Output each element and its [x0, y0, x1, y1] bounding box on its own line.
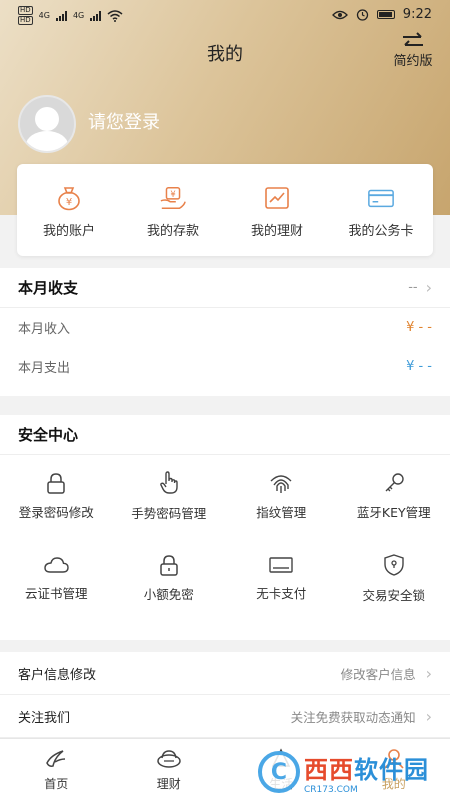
fingerprint-icon: [270, 474, 292, 493]
monthly-more: -- ›: [408, 278, 432, 297]
page-title: 我的: [207, 44, 243, 65]
finance-icon: [157, 750, 181, 768]
tab-label: 首页: [44, 777, 69, 791]
home-icon: [46, 750, 66, 767]
watermark-main-b: 软件园: [354, 755, 429, 784]
customer-info-row[interactable]: 客户信息修改 修改客户信息 ›: [0, 652, 450, 695]
quick-label: 我的存款: [146, 224, 199, 239]
my-deposit-button[interactable]: ¥ 我的存款: [121, 164, 225, 256]
site-watermark: C 西西软件园 CR173.COM: [258, 748, 448, 796]
chart-icon: [263, 184, 291, 212]
chevron-right-icon: ›: [425, 663, 432, 683]
svg-text:¥: ¥: [170, 189, 175, 199]
card-icon: [367, 184, 395, 212]
deposit-icon: ¥: [159, 184, 187, 212]
security-item-label: 交易安全锁: [362, 587, 425, 603]
simple-mode-label: 简约版: [393, 54, 433, 69]
monthly-title: 本月收支: [18, 279, 79, 297]
quick-label: 我的账户: [42, 224, 95, 239]
list-item-detail: 关注免费获取动态通知 ›: [291, 707, 432, 726]
my-business-card-button[interactable]: 我的公务卡: [329, 164, 433, 256]
network-label: 4G: [38, 11, 50, 20]
cloud-icon: [44, 556, 69, 573]
login-prompt[interactable]: 请您登录: [88, 108, 160, 134]
income-row: 本月收入 ¥ - -: [0, 308, 450, 347]
watermark-logo: C: [258, 751, 300, 793]
list-item-hint: 修改客户信息: [340, 666, 416, 682]
security-item-label: 蓝牙KEY管理: [356, 504, 431, 520]
settings-list: 客户信息修改 修改客户信息 › 关注我们 关注免费获取动态通知 ›: [0, 652, 450, 738]
expense-row: 本月支出 ¥ - -: [0, 347, 450, 386]
money-bag-icon: ¥: [55, 184, 83, 212]
cloud-certificate-button[interactable]: 云证书管理: [0, 537, 113, 619]
monthly-section: 本月收支 -- › 本月收入 ¥ - - 本月支出 ¥ - -: [0, 268, 450, 396]
security-header: 安全中心: [0, 415, 450, 455]
security-item-label: 登录密码修改: [18, 504, 94, 520]
cardless-pay-button[interactable]: 无卡支付: [225, 537, 338, 619]
simple-mode-button[interactable]: 简约版: [390, 32, 436, 69]
monthly-more-text: --: [408, 280, 418, 295]
list-item-label: 客户信息修改: [18, 667, 97, 683]
chevron-right-icon: ›: [425, 278, 432, 297]
battery-icon: [376, 10, 395, 19]
small-amount-button[interactable]: 小额免密: [113, 537, 226, 619]
expense-label: 本月支出: [18, 361, 71, 376]
tab-finance[interactable]: 理财: [113, 739, 226, 800]
wifi-icon: [107, 9, 123, 22]
quick-access-card: ¥ 我的账户 ¥ 我的存款 我的理财 我的公务卡: [17, 164, 433, 256]
watermark-text: 西西软件园 CR173.COM: [304, 750, 429, 795]
tab-home[interactable]: 首页: [0, 739, 113, 800]
lock-icon: [47, 472, 65, 494]
bluetooth-key-button[interactable]: 蓝牙KEY管理: [338, 455, 450, 537]
watermark-main-a: 西西: [304, 755, 354, 784]
security-item-label: 无卡支付: [256, 585, 307, 601]
security-grid: 登录密码修改 手势密码管理 指纹管理 蓝牙KEY管理 云证书管理 小额免密 无卡…: [0, 455, 450, 619]
screen-icon: [269, 556, 293, 573]
security-item-label: 指纹管理: [256, 504, 307, 520]
list-item-detail: 修改客户信息 ›: [341, 664, 432, 683]
follow-us-row[interactable]: 关注我们 关注免费获取动态通知 ›: [0, 695, 450, 738]
avatar[interactable]: [18, 95, 76, 153]
income-value: ¥ - -: [406, 320, 432, 335]
login-password-button[interactable]: 登录密码修改: [0, 455, 113, 537]
status-left: HD HD 4G 4G: [18, 6, 123, 25]
security-item-label: 云证书管理: [24, 585, 88, 601]
hd-badge: HD: [18, 16, 33, 25]
transaction-lock-button[interactable]: 交易安全锁: [338, 537, 450, 619]
swap-icon: [403, 32, 423, 46]
list-item-hint: 关注免费获取动态通知: [290, 709, 416, 725]
chevron-right-icon: ›: [425, 706, 432, 726]
unlock-icon: [160, 554, 178, 576]
quick-label: 我的公务卡: [348, 224, 414, 239]
status-bar: HD HD 4G 4G 9:22: [0, 0, 450, 30]
status-right: 9:22: [331, 7, 432, 22]
my-finance-button[interactable]: 我的理财: [225, 164, 329, 256]
expense-value: ¥ - -: [406, 359, 432, 374]
tab-label: 理财: [156, 777, 181, 791]
network-label: 4G: [72, 11, 85, 20]
my-account-button[interactable]: ¥ 我的账户: [17, 164, 121, 256]
security-title: 安全中心: [18, 426, 79, 444]
signal-icon: [55, 10, 67, 21]
key-icon: [385, 472, 404, 491]
gesture-password-button[interactable]: 手势密码管理: [113, 455, 226, 537]
watermark-main: 西西软件园: [304, 750, 429, 785]
hand-pointer-icon: [159, 470, 178, 494]
status-time: 9:22: [402, 7, 432, 22]
signal-icon: [90, 10, 102, 21]
security-item-label: 手势密码管理: [131, 505, 207, 521]
fingerprint-button[interactable]: 指纹管理: [225, 455, 338, 537]
security-item-label: 小额免密: [143, 586, 194, 602]
alarm-icon: [356, 9, 368, 21]
monthly-header[interactable]: 本月收支 -- ›: [0, 268, 450, 308]
hd-badge: HD: [18, 6, 33, 15]
eye-icon: [331, 10, 348, 19]
income-label: 本月收入: [18, 322, 71, 337]
list-item-label: 关注我们: [18, 710, 71, 726]
shield-icon: [384, 553, 404, 576]
svg-text:¥: ¥: [66, 197, 72, 208]
security-section: 安全中心 登录密码修改 手势密码管理 指纹管理 蓝牙KEY管理 云证书管理 小额…: [0, 415, 450, 640]
watermark-sub: CR173.COM: [304, 784, 358, 795]
quick-label: 我的理财: [250, 224, 303, 239]
